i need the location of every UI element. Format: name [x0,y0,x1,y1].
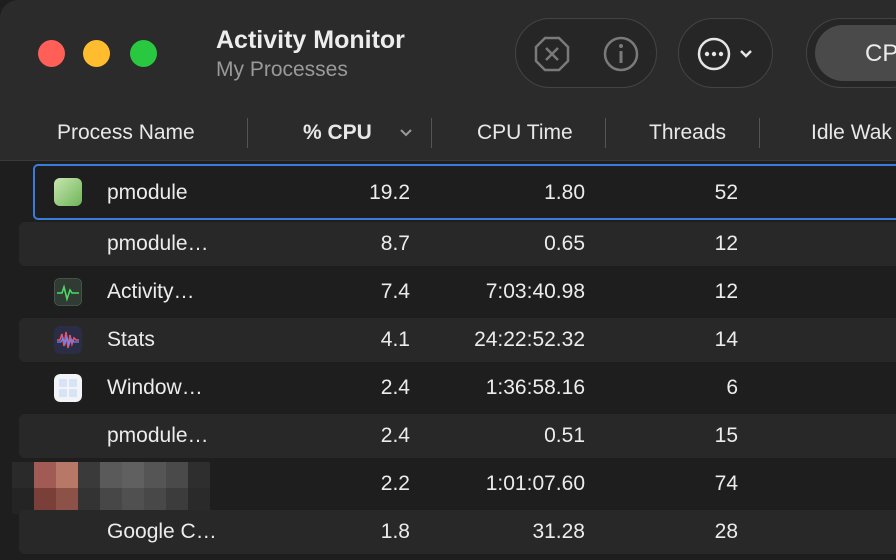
sort-descending-icon [400,129,412,137]
cpu-time: 31.28 [532,520,585,543]
process-table: pmodule 19.2 1.80 52 pmodule… 8.7 0.65 1… [0,162,896,560]
cpu-percent: 8.7 [380,232,410,255]
cpu-percent: 1.8 [380,520,410,543]
redacted-process-name [12,462,212,514]
window-subtitle: My Processes [216,58,348,81]
threads: 52 [714,181,738,204]
window-title: Activity Monitor [216,26,405,54]
maximize-window-button[interactable] [130,40,157,67]
column-process-name[interactable]: Process Name [57,121,195,145]
column-separator[interactable] [605,118,606,148]
process-actions-group [515,18,657,88]
column-cpu[interactable]: % CPU [303,121,372,145]
table-row-content: 2.2 1:01:07.60 74 [0,462,896,514]
cpu-time: 0.65 [544,232,585,255]
column-separator[interactable] [247,118,248,148]
threads: 15 [714,424,738,447]
cpu-percent: 2.2 [380,472,410,495]
threads: 12 [714,232,738,255]
table-row-content: Window… 2.4 1:36:58.16 6 [0,366,896,410]
table-row-content: pmodule… 8.7 0.65 12 [0,222,896,266]
process-name: Window… [107,376,203,399]
process-name: Activity… [107,280,195,303]
table-row-content: pmodule… 2.4 0.51 15 [0,414,896,458]
close-window-button[interactable] [38,40,65,67]
activity-monitor-icon [54,278,82,306]
window-icon [54,374,82,402]
process-name: pmodule… [107,424,209,447]
title-bar: Activity Monitor My Processes CP [0,0,896,106]
column-separator[interactable] [759,118,760,148]
threads: 12 [714,280,738,303]
stop-process-icon[interactable] [533,35,571,73]
cpu-percent: 2.4 [380,424,410,447]
table-row-content: Stats 4.1 24:22:52.32 14 [0,318,896,362]
more-options-button[interactable] [678,18,773,88]
cpu-time: 24:22:52.32 [474,328,585,351]
cpu-time: 0.51 [544,424,585,447]
info-icon[interactable] [602,35,640,73]
column-idle-wake-ups[interactable]: Idle Wak [811,121,892,145]
threads: 28 [714,520,738,543]
more-options-icon [697,37,752,71]
cpu-time: 1:01:07.60 [485,472,585,495]
process-name: pmodule… [107,232,209,255]
table-row-content: Google C… 1.8 31.28 28 [0,510,896,554]
column-cpu-time[interactable]: CPU Time [477,121,573,145]
threads: 74 [714,472,738,495]
cpu-percent: 7.4 [380,280,410,303]
process-name: Stats [107,328,155,351]
cpu-time: 7:03:40.98 [485,280,585,303]
process-name: Google C… [107,520,217,543]
cpu-time: 1:36:58.16 [485,376,585,399]
view-tabs: CPU [806,18,896,88]
stats-icon [54,326,82,354]
pmodule-icon [54,178,82,206]
minimize-window-button[interactable] [83,40,110,67]
tab-cpu-label: CPU [865,40,896,67]
threads: 14 [714,328,738,351]
tab-cpu[interactable]: CPU [815,25,896,81]
cpu-percent: 2.4 [380,376,410,399]
threads: 6 [726,376,738,399]
column-threads[interactable]: Threads [649,121,726,145]
activity-monitor-window: Activity Monitor My Processes CP Process… [0,0,896,560]
cpu-time: 1.80 [544,181,585,204]
table-row-content: Activity… 7.4 7:03:40.98 12 [0,270,896,314]
process-name: pmodule [107,181,188,204]
table-row-content: pmodule 19.2 1.80 52 [0,164,896,220]
cpu-percent: 19.2 [369,181,410,204]
table-header: Process Name % CPU CPU Time Threads Idle… [0,106,896,161]
cpu-percent: 4.1 [380,328,410,351]
column-separator[interactable] [431,118,432,148]
